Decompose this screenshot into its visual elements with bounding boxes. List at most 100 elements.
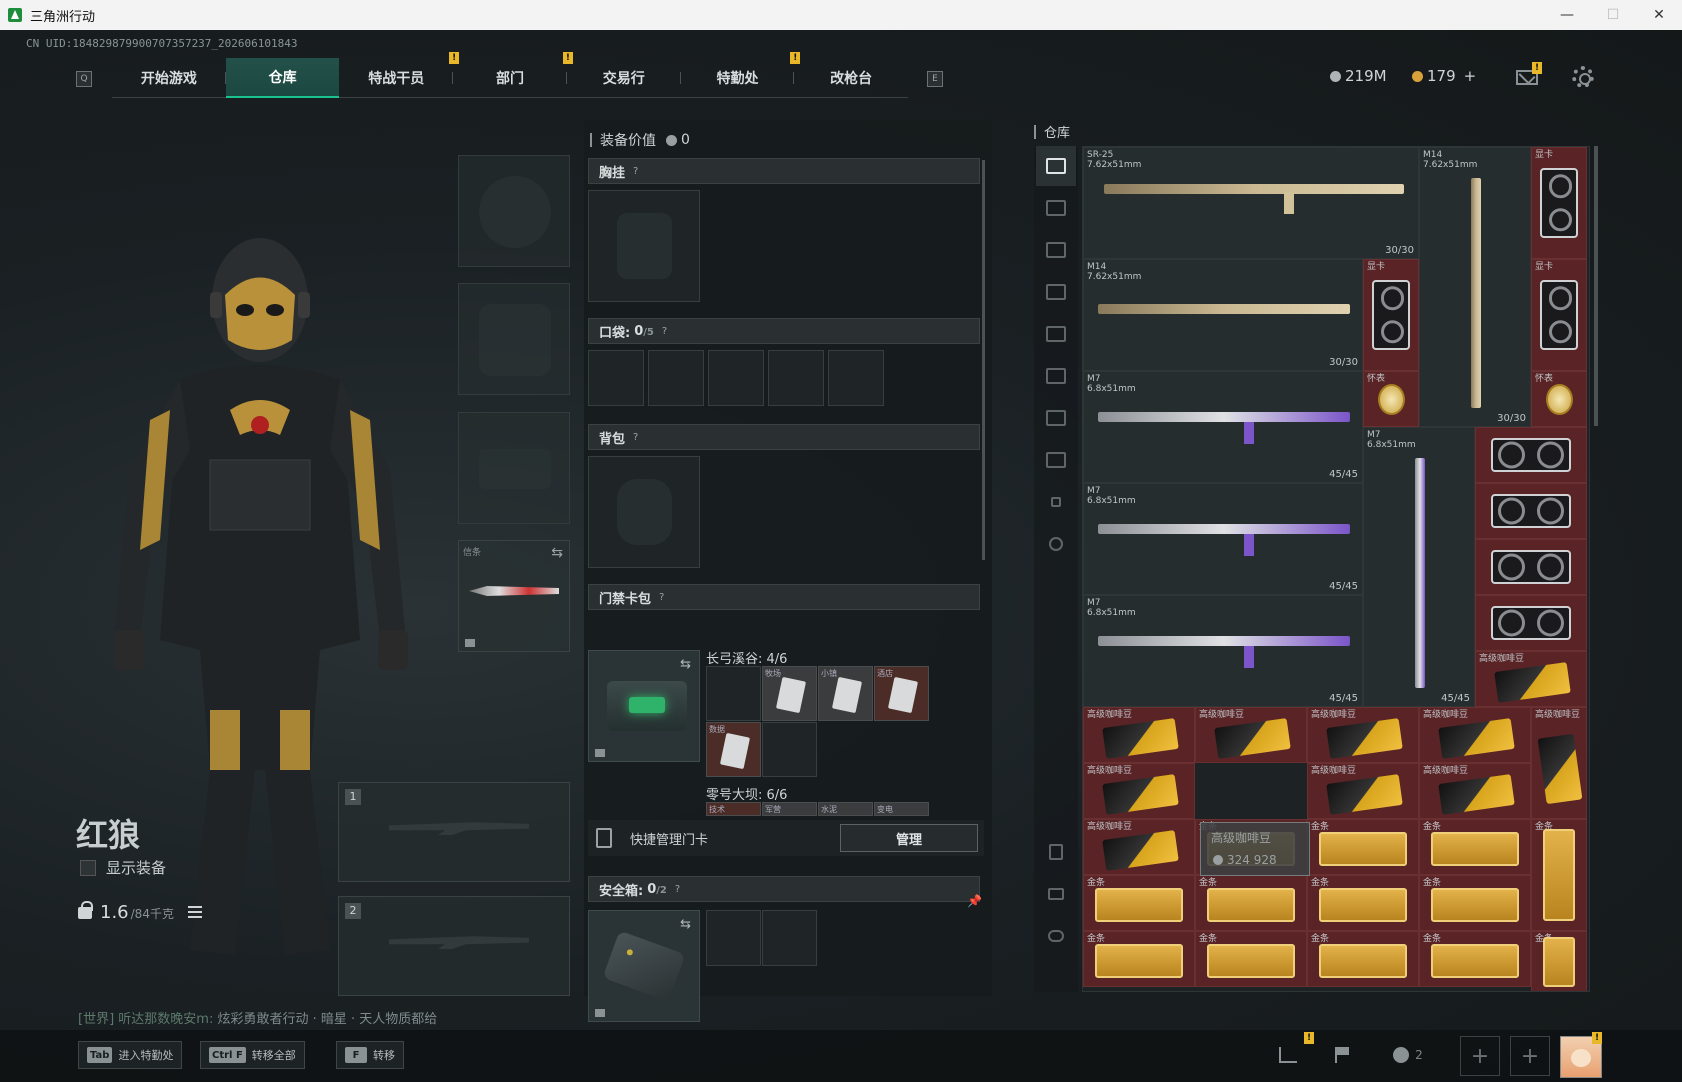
keycard-empty-cell[interactable] (706, 666, 761, 721)
primary-weapon-slot-2[interactable]: 2 (338, 896, 570, 996)
help-icon[interactable]: ? (633, 432, 638, 443)
item-gold-bar[interactable]: 金条 (1419, 875, 1531, 931)
item-pocket-watch[interactable]: 怀表 (1363, 371, 1419, 427)
help-icon[interactable]: ? (659, 592, 664, 603)
invite-slot-1[interactable]: + (1460, 1036, 1500, 1076)
world-chat[interactable]: [世界] 听达那数晚安m: 炫彩勇敢者行动 · 暗星 · 天人物质都给 (78, 1008, 437, 1027)
swap-icon[interactable]: ⇆ (680, 917, 691, 932)
item-pocket-watch[interactable]: 怀表 (1531, 371, 1587, 427)
keycard-item[interactable]: 水泥 (818, 802, 873, 816)
weapon-item[interactable]: M7 6.8x51mm 45/45 (1083, 595, 1363, 707)
weapon-item[interactable]: M7 6.8x51mm 45/45 (1363, 427, 1475, 707)
item-gpu[interactable] (1475, 539, 1587, 595)
keycard-item[interactable]: 小镇 (818, 666, 873, 721)
weapon-item[interactable]: M14 7.62x51mm 30/30 (1419, 147, 1531, 427)
checkbox[interactable] (80, 859, 96, 876)
swap-icon[interactable]: ⇆ (551, 545, 563, 561)
item-coffee-beans[interactable]: 高级咖啡豆 (1083, 707, 1195, 763)
keycard-item[interactable]: 军营 (762, 802, 817, 816)
keycard-empty-cell[interactable] (762, 722, 817, 777)
nav-prev-key[interactable]: Q (76, 71, 92, 87)
flag-button[interactable] (1320, 1038, 1364, 1072)
tab-trading[interactable]: 交易行 (567, 58, 681, 98)
item-gold-bar[interactable]: 金条 (1195, 931, 1307, 987)
locked-category[interactable] (1036, 482, 1076, 522)
item-gold-bar[interactable]: 金条 (1307, 931, 1419, 987)
item-gpu[interactable] (1475, 427, 1587, 483)
pocket-slot[interactable] (648, 350, 704, 406)
list-icon[interactable] (187, 906, 202, 918)
item-gold-bar[interactable]: 金条 (1195, 875, 1307, 931)
armor-slot[interactable] (458, 283, 570, 395)
pistol-slot[interactable] (458, 412, 570, 524)
gold-currency[interactable]: 179 + (1412, 67, 1476, 85)
storage-tool-1[interactable] (1036, 832, 1076, 872)
keycard-item[interactable]: 酒店 (874, 666, 929, 721)
swap-icon[interactable]: ⇆ (680, 657, 691, 672)
keycard-item[interactable]: 变电 (874, 802, 929, 816)
item-coffee-beans[interactable]: 高级咖啡豆 (1531, 707, 1587, 819)
category-all[interactable] (1036, 146, 1076, 186)
storage-settings[interactable] (1036, 524, 1076, 564)
hint-transfer-all[interactable]: Ctrl F 转移全部 (200, 1041, 305, 1069)
helmet-slot[interactable] (458, 155, 570, 267)
minimize-button[interactable]: — (1544, 0, 1590, 30)
nav-next-key[interactable]: E (927, 71, 943, 87)
sort-button[interactable] (1036, 916, 1076, 956)
storage-tool-2[interactable] (1036, 874, 1076, 914)
item-gpu[interactable] (1475, 595, 1587, 651)
weapon-item[interactable]: M7 6.8x51mm 45/45 (1083, 483, 1363, 595)
help-icon[interactable]: ? (662, 326, 667, 337)
item-coffee-beans[interactable]: 高级咖啡豆 (1083, 763, 1195, 819)
weapon-item[interactable]: M7 6.8x51mm 45/45 (1083, 371, 1363, 483)
safe-box-slot[interactable]: ⇆ (588, 910, 700, 1022)
show-equipment-toggle[interactable]: 显示装备 (80, 857, 166, 878)
item-gold-bar[interactable]: 金条 (1419, 819, 1531, 875)
pocket-slot[interactable] (768, 350, 824, 406)
keycard-case-slot[interactable]: ⇆ (588, 650, 700, 762)
item-gpu[interactable]: 显卡 (1363, 259, 1419, 371)
weapon-item[interactable]: M14 7.62x51mm 30/30 (1083, 259, 1363, 371)
tab-warehouse[interactable]: 仓库 (225, 58, 340, 98)
melee-slot[interactable]: 信条 ⇆ (458, 540, 570, 652)
category-7[interactable] (1036, 440, 1076, 480)
item-coffee-beans[interactable]: 高级咖啡豆 (1307, 763, 1419, 819)
category-3[interactable] (1036, 272, 1076, 312)
scrollbar[interactable] (982, 160, 985, 560)
hint-enter-special-ops[interactable]: Tab 进入特勤处 (78, 1041, 183, 1069)
safe-box-cell[interactable] (706, 910, 761, 966)
tab-special-ops[interactable]: 特勤处! (681, 52, 801, 98)
tab-start-game[interactable]: 开始游戏 (112, 58, 226, 98)
item-coffee-beans[interactable]: 高级咖啡豆 (1475, 651, 1587, 707)
safe-box-cell[interactable] (762, 910, 817, 966)
category-6[interactable] (1036, 398, 1076, 438)
item-gpu[interactable] (1475, 483, 1587, 539)
keycard-item[interactable]: 技术 (706, 802, 761, 816)
add-currency-button[interactable]: + (1464, 67, 1477, 85)
tab-department[interactable]: 部门! (453, 52, 573, 98)
keycard-item[interactable]: 牧场 (762, 666, 817, 721)
category-2[interactable] (1036, 230, 1076, 270)
weapon-item[interactable]: SR-25 7.62x51mm 30/30 (1083, 147, 1419, 259)
item-gold-bar[interactable]: 金条 (1083, 931, 1195, 987)
item-coffee-beans[interactable]: 高级咖啡豆 (1195, 707, 1307, 763)
item-gold-bar[interactable]: 金条 (1307, 875, 1419, 931)
pocket-slot[interactable] (828, 350, 884, 406)
item-gpu[interactable]: 显卡 (1531, 147, 1587, 259)
tab-operators[interactable]: 特战干员! (339, 52, 460, 98)
maximize-button[interactable]: ☐ (1590, 0, 1636, 30)
category-5[interactable] (1036, 356, 1076, 396)
backpack-slot[interactable] (588, 456, 700, 568)
settings-gear-icon[interactable] (1572, 66, 1594, 88)
pocket-slot[interactable] (588, 350, 644, 406)
item-gold-bar[interactable]: 金条 (1531, 931, 1587, 991)
item-gold-bar[interactable]: 金条 (1531, 819, 1587, 931)
manage-button[interactable]: 管理 (840, 824, 978, 852)
item-gold-bar[interactable]: 金条 (1419, 931, 1531, 987)
help-icon[interactable]: ? (675, 884, 680, 895)
keycard-item[interactable]: 数据 (706, 722, 761, 777)
pocket-slot[interactable] (708, 350, 764, 406)
item-coffee-beans[interactable]: 高级咖啡豆 (1307, 707, 1419, 763)
tab-gunsmith[interactable]: 改枪台 (794, 58, 908, 98)
primary-weapon-slot-1[interactable]: 1 (338, 782, 570, 882)
